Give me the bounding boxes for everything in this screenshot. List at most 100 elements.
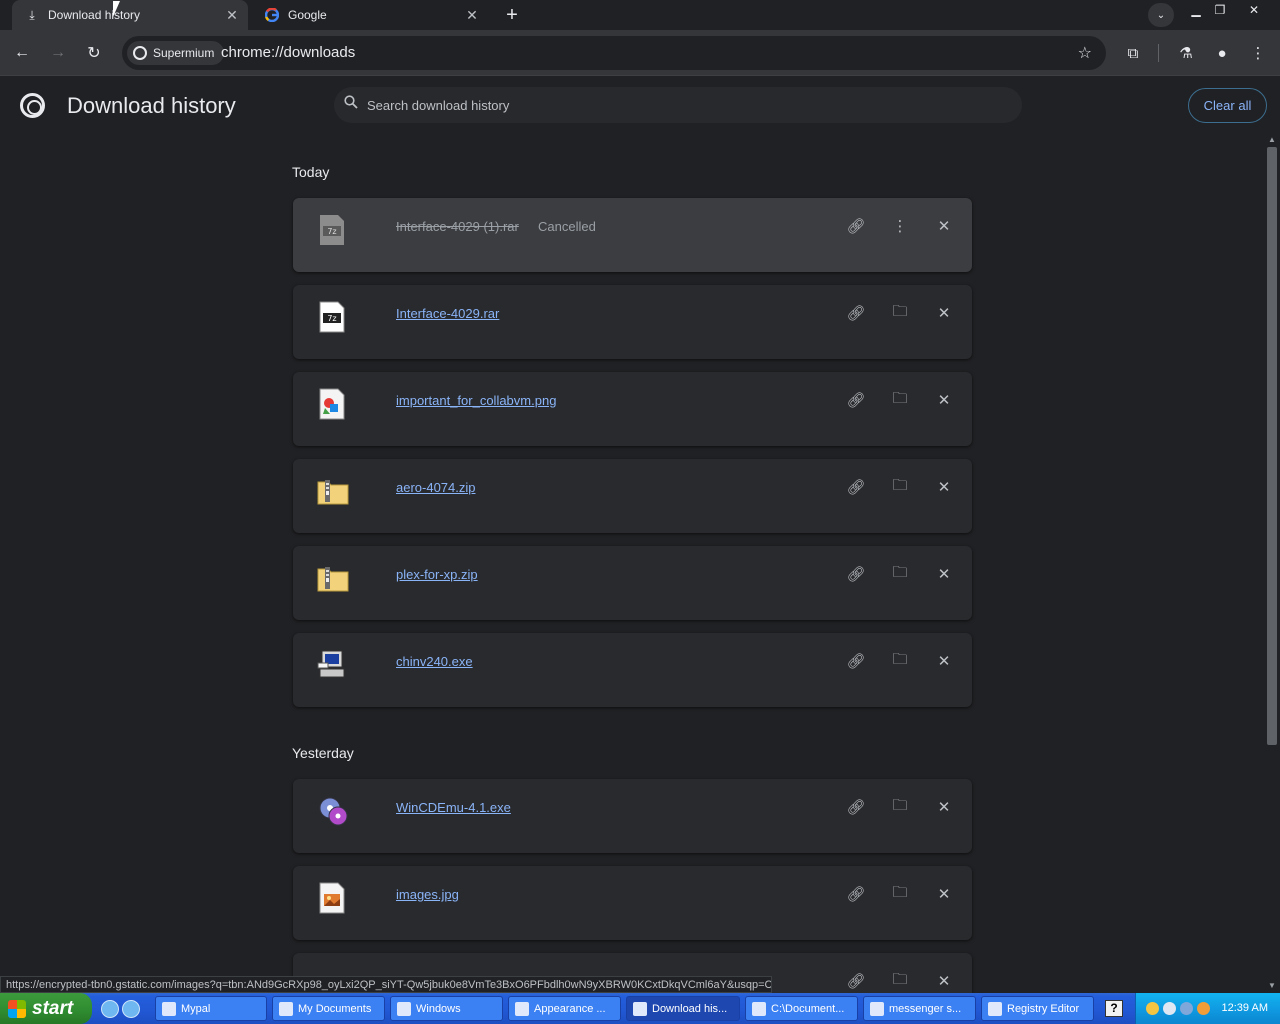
more-actions-icon[interactable]: ⋮ xyxy=(889,215,911,237)
download-item: 7z Interface-4029.rar 🔗︎ 🗀 ✕ xyxy=(293,285,972,359)
download-status: Cancelled xyxy=(538,219,596,234)
download-file-name[interactable]: chinv240.exe xyxy=(396,654,473,669)
download-item: aero-4074.zip 🔗︎ 🗀 ✕ xyxy=(293,459,972,533)
section-label-yesterday: Yesterday xyxy=(292,745,354,761)
remove-from-list-icon[interactable]: ✕ xyxy=(933,476,955,498)
remove-from-list-icon[interactable]: ✕ xyxy=(933,389,955,411)
security-shield-icon[interactable] xyxy=(1146,1002,1159,1015)
windows-taskbar: start Mypal My Documents Windows Appeara… xyxy=(0,993,1280,1024)
download-file-name[interactable]: plex-for-xp.zip xyxy=(396,567,478,582)
back-button[interactable]: ← xyxy=(9,40,35,66)
download-item: chinv240.exe 🔗︎ 🗀 ✕ xyxy=(293,633,972,707)
copy-link-icon[interactable]: 🔗︎ xyxy=(845,970,867,992)
copy-link-icon[interactable]: 🔗︎ xyxy=(845,389,867,411)
internet-explorer-icon[interactable] xyxy=(101,1000,119,1018)
minimize-icon[interactable]: ▁ xyxy=(1185,2,1207,18)
download-file-name[interactable]: WinCDEmu-4.1.exe xyxy=(396,800,511,815)
copy-link-icon[interactable]: 🔗︎ xyxy=(845,563,867,585)
bookmark-star-icon[interactable]: ☆ xyxy=(1078,43,1092,63)
copy-link-icon[interactable]: 🔗︎ xyxy=(845,476,867,498)
tab-google[interactable]: Google ✕ xyxy=(252,0,488,30)
download-item: images.jpg 🔗︎ 🗀 ✕ xyxy=(293,866,972,940)
clear-all-button[interactable]: Clear all xyxy=(1188,88,1267,123)
scroll-down-icon[interactable]: ▼ xyxy=(1267,981,1277,991)
remove-from-list-icon[interactable]: ✕ xyxy=(933,970,955,992)
taskbar-clock[interactable]: 12:39 AM xyxy=(1222,1002,1268,1014)
show-in-folder-icon[interactable]: 🗀 xyxy=(889,796,911,818)
taskbar-button-label: Appearance ... xyxy=(534,1002,606,1015)
network-icon[interactable] xyxy=(1163,1002,1176,1015)
quick-launch-browser-icon[interactable] xyxy=(122,1000,140,1018)
taskbar-button-registry-editor[interactable]: Registry Editor xyxy=(981,996,1094,1021)
labs-flask-icon[interactable]: ⚗ xyxy=(1174,42,1198,64)
7z-archive-icon: 7z xyxy=(317,214,347,246)
taskbar-button-my-documents[interactable]: My Documents xyxy=(272,996,385,1021)
disc-icon xyxy=(317,795,348,827)
download-file-name[interactable]: Interface-4029.rar xyxy=(396,306,499,321)
messenger-icon xyxy=(870,1001,884,1016)
show-in-folder-icon[interactable]: 🗀 xyxy=(889,476,911,498)
close-window-icon[interactable]: ✕ xyxy=(1243,2,1265,18)
help-icon[interactable]: ? xyxy=(1105,1000,1123,1017)
copy-link-icon[interactable]: 🔗︎ xyxy=(845,215,867,237)
url-text[interactable]: chrome://downloads xyxy=(221,44,355,61)
show-in-folder-icon[interactable]: 🗀 xyxy=(889,389,911,411)
taskbar-button-mypal[interactable]: Mypal xyxy=(155,996,267,1021)
remove-from-list-icon[interactable]: ✕ xyxy=(933,650,955,672)
search-tray-icon[interactable] xyxy=(1197,1002,1210,1015)
registry-editor-icon xyxy=(988,1001,1002,1016)
download-file-name[interactable]: images.jpg xyxy=(396,887,459,902)
restore-icon[interactable]: ❐ xyxy=(1209,2,1231,18)
page-scrollbar[interactable]: ▲ ▼ xyxy=(1264,133,1280,993)
show-in-folder-icon[interactable]: 🗀 xyxy=(889,563,911,585)
search-downloads-field[interactable]: Search download history xyxy=(334,87,1022,123)
taskbar-button-label: messenger s... xyxy=(889,1002,962,1015)
new-tab-button[interactable]: + xyxy=(500,4,524,26)
taskbar-button-messenger[interactable]: messenger s... xyxy=(863,996,976,1021)
download-file-name[interactable]: important_for_collabvm.png xyxy=(396,393,556,408)
download-file-name[interactable]: aero-4074.zip xyxy=(396,480,476,495)
downloads-header: Download history Search download history… xyxy=(0,77,1280,133)
tab-download-history[interactable]: ⤓ Download history ✕ xyxy=(12,0,248,30)
taskbar-button-label: Windows xyxy=(416,1002,461,1015)
extensions-icon[interactable]: ⧉ xyxy=(1121,42,1145,64)
scrollbar-thumb[interactable] xyxy=(1267,147,1277,745)
show-in-folder-icon[interactable]: 🗀 xyxy=(889,883,911,905)
close-tab-icon[interactable]: ✕ xyxy=(462,5,482,25)
copy-link-icon[interactable]: 🔗︎ xyxy=(845,883,867,905)
7z-archive-icon xyxy=(752,1001,766,1016)
start-button[interactable]: start xyxy=(0,993,92,1024)
show-in-folder-icon[interactable]: 🗀 xyxy=(889,970,911,992)
taskbar-button-documents-folder[interactable]: C:\Document... xyxy=(745,996,858,1021)
address-bar[interactable]: Supermium chrome://downloads ☆ xyxy=(122,36,1106,70)
tab-search-button[interactable]: ⌄ xyxy=(1148,3,1174,27)
jpg-file-icon xyxy=(317,882,347,914)
copy-link-icon[interactable]: 🔗︎ xyxy=(845,650,867,672)
reload-button[interactable]: ↻ xyxy=(81,40,107,66)
close-tab-icon[interactable]: ✕ xyxy=(222,5,242,25)
forward-button[interactable]: → xyxy=(45,40,71,66)
show-in-folder-icon[interactable]: 🗀 xyxy=(889,302,911,324)
taskbar-button-download-history[interactable]: Download his... xyxy=(626,996,740,1021)
taskbar-button-appearance[interactable]: Appearance ... xyxy=(508,996,621,1021)
show-in-folder-icon[interactable]: 🗀 xyxy=(889,650,911,672)
remove-from-list-icon[interactable]: ✕ xyxy=(933,302,955,324)
scroll-up-icon[interactable]: ▲ xyxy=(1267,135,1277,145)
windows-flag-icon xyxy=(8,999,26,1018)
remove-from-list-icon[interactable]: ✕ xyxy=(933,796,955,818)
profile-icon[interactable]: ● xyxy=(1210,42,1234,64)
search-placeholder: Search download history xyxy=(367,98,510,113)
copy-link-icon[interactable]: 🔗︎ xyxy=(845,796,867,818)
site-info-chip[interactable]: Supermium xyxy=(127,41,225,65)
download-item: 7z Interface-4029 (1).rar Cancelled 🔗︎ ⋮… xyxy=(293,198,972,272)
taskbar-button-label: Mypal xyxy=(181,1002,211,1015)
download-item: plex-for-xp.zip 🔗︎ 🗀 ✕ xyxy=(293,546,972,620)
remove-from-list-icon[interactable]: ✕ xyxy=(933,215,955,237)
volume-icon[interactable] xyxy=(1180,1002,1193,1015)
remove-from-list-icon[interactable]: ✕ xyxy=(933,883,955,905)
taskbar-button-windows[interactable]: Windows xyxy=(390,996,503,1021)
browser-toolbar: ← → ↻ Supermium chrome://downloads ☆ ⧉ ⚗… xyxy=(0,30,1280,76)
copy-link-icon[interactable]: 🔗︎ xyxy=(845,302,867,324)
remove-from-list-icon[interactable]: ✕ xyxy=(933,563,955,585)
menu-icon[interactable]: ⋮ xyxy=(1246,42,1270,64)
